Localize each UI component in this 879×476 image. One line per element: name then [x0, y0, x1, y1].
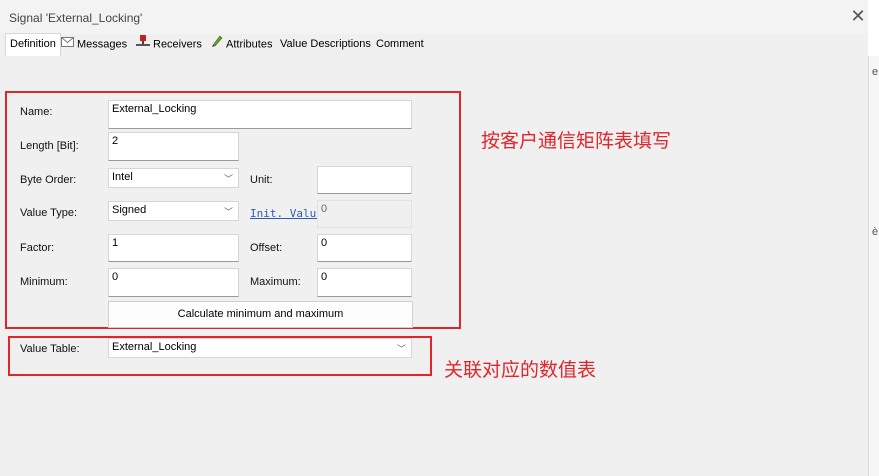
- name-field[interactable]: External_Locking: [108, 100, 412, 129]
- tab-attributes[interactable]: Attributes: [211, 34, 272, 55]
- tab-value-descriptions[interactable]: Value Descriptions: [280, 34, 371, 55]
- value-table-value: External_Locking: [112, 341, 197, 353]
- tab-bar: Definition Messages Receivers Attributes…: [0, 33, 868, 57]
- receiver-node-icon: [136, 34, 150, 55]
- length-field[interactable]: 2: [108, 132, 239, 161]
- minimum-field[interactable]: 0: [108, 268, 239, 297]
- value-type-select[interactable]: Signed ﹀: [108, 201, 239, 221]
- chevron-down-icon: ﹀: [223, 207, 233, 217]
- value-type-value: Signed: [112, 204, 147, 216]
- chevron-down-icon: ﹀: [396, 344, 406, 354]
- maximum-label: Maximum:: [250, 276, 301, 288]
- value-type-label: Value Type:: [20, 207, 78, 219]
- envelope-icon: [61, 34, 74, 55]
- pencil-icon: [211, 34, 223, 55]
- minimum-label: Minimum:: [20, 276, 68, 288]
- background-window-edge: [868, 56, 879, 476]
- edge-glyph: e: [872, 66, 879, 78]
- annotation-note-value-table: 关联对应的数值表: [444, 360, 597, 381]
- value-table-label: Value Table:: [20, 343, 80, 355]
- name-label: Name:: [20, 106, 53, 118]
- tab-comment[interactable]: Comment: [376, 34, 424, 55]
- annotation-note-fill-matrix: 按客户通信矩阵表填写: [481, 131, 672, 152]
- factor-label: Factor:: [20, 242, 55, 254]
- maximum-field[interactable]: 0: [317, 268, 412, 297]
- offset-field[interactable]: 0: [317, 234, 412, 262]
- factor-field[interactable]: 1: [108, 234, 239, 262]
- calculate-min-max-button[interactable]: Calculate minimum and maximum: [108, 301, 413, 328]
- init-value-link[interactable]: Init. Value: [250, 207, 323, 220]
- chevron-down-icon: ﹀: [223, 174, 233, 184]
- tab-receivers[interactable]: Receivers: [136, 34, 202, 55]
- init-value-field: 0: [317, 200, 412, 228]
- close-icon[interactable]: ✕: [848, 6, 868, 26]
- window-title: Signal 'External_Locking': [9, 11, 143, 25]
- unit-field[interactable]: [317, 166, 412, 194]
- byte-order-select[interactable]: Intel ﹀: [108, 168, 239, 188]
- edge-glyph: è: [872, 226, 879, 238]
- byte-order-value: Intel: [112, 171, 133, 183]
- byte-order-label: Byte Order:: [20, 174, 77, 186]
- offset-label: Offset:: [250, 242, 283, 254]
- value-table-select[interactable]: External_Locking ﹀: [108, 338, 412, 358]
- tab-messages[interactable]: Messages: [61, 34, 127, 55]
- length-label: Length [Bit]:: [20, 140, 79, 152]
- unit-label: Unit:: [250, 174, 273, 186]
- tab-definition[interactable]: Definition: [5, 33, 61, 56]
